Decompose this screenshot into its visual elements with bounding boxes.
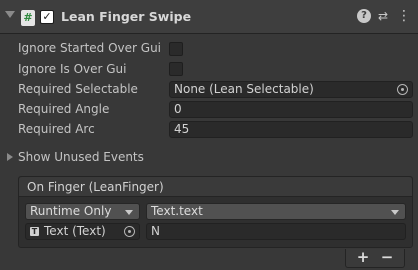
component-enabled-checkbox[interactable]: ✓ — [40, 10, 54, 24]
help-icon[interactable]: ? — [357, 9, 371, 23]
text-component-icon: T — [30, 227, 39, 236]
target-object-field[interactable]: T Text (Text) — [25, 223, 140, 240]
ignore-started-over-gui-label: Ignore Started Over Gui — [18, 41, 162, 55]
required-angle-input[interactable]: 0 — [169, 101, 413, 118]
ignore-is-over-gui-label: Ignore Is Over Gui — [18, 62, 127, 76]
chevron-down-icon — [125, 210, 133, 215]
show-unused-events-label[interactable]: Show Unused Events — [18, 150, 144, 164]
foldout-arrow-icon[interactable] — [5, 11, 15, 18]
event-list-footer: + − — [345, 249, 405, 268]
add-listener-button[interactable]: + — [353, 249, 373, 267]
required-angle-label: Required Angle — [18, 102, 110, 116]
ignore-is-over-gui-checkbox[interactable] — [169, 62, 183, 76]
target-object-value: Text (Text) — [44, 224, 106, 238]
runtime-mode-value: Runtime Only — [30, 204, 112, 218]
remove-listener-button[interactable]: − — [377, 249, 397, 267]
on-finger-event-box: On Finger (LeanFinger) Runtime Only Text… — [18, 176, 413, 248]
event-header: On Finger (LeanFinger) — [19, 177, 412, 197]
required-selectable-value: None (Lean Selectable) — [174, 82, 314, 96]
component-title: Lean Finger Swipe — [61, 9, 192, 24]
object-picker-icon[interactable] — [397, 84, 408, 95]
component-header[interactable]: # ✓ Lean Finger Swipe ? ⇄ ⋮ — [0, 0, 418, 34]
event-title: On Finger (LeanFinger) — [27, 180, 164, 194]
chevron-down-icon — [391, 210, 399, 215]
function-value: Text.text — [151, 204, 203, 218]
runtime-mode-dropdown[interactable]: Runtime Only — [25, 203, 140, 220]
script-icon: # — [21, 10, 35, 26]
required-arc-label: Required Arc — [18, 122, 95, 136]
required-arc-input[interactable]: 45 — [169, 121, 413, 138]
presets-icon[interactable]: ⇄ — [376, 9, 390, 23]
argument-input[interactable]: N — [146, 223, 406, 240]
unused-events-foldout-icon[interactable] — [7, 153, 13, 161]
required-selectable-object-field[interactable]: None (Lean Selectable) — [169, 81, 413, 98]
required-selectable-label: Required Selectable — [18, 82, 138, 96]
ignore-started-over-gui-checkbox[interactable] — [169, 42, 183, 56]
object-picker-icon[interactable] — [124, 226, 135, 237]
function-dropdown[interactable]: Text.text — [146, 203, 406, 220]
menu-icon[interactable]: ⋮ — [397, 9, 411, 23]
